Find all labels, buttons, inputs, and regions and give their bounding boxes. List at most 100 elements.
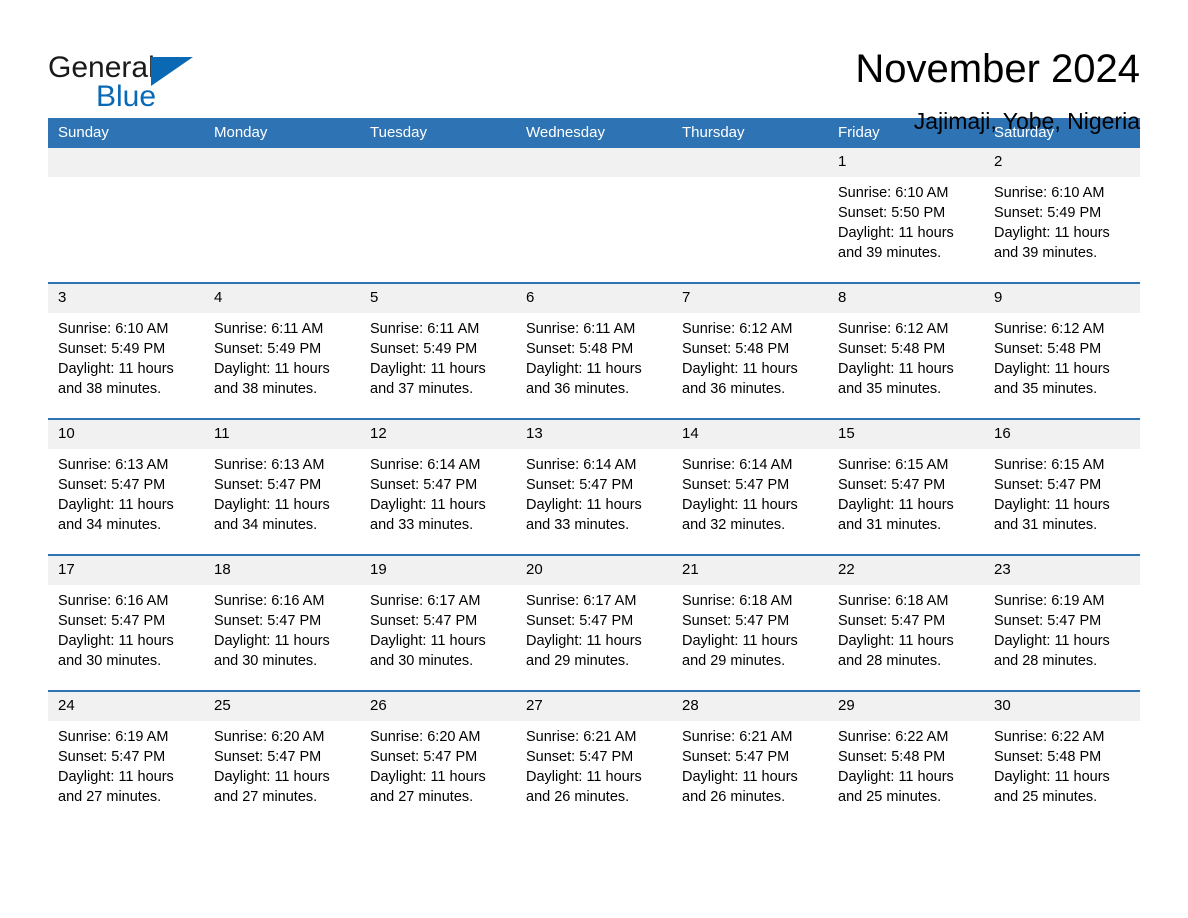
daylight-text-cont: and 35 minutes. — [838, 381, 942, 397]
day-number: 21 — [672, 556, 828, 585]
day-of-week-header-sunday: Sunday — [58, 124, 109, 141]
sunrise-text: Sunrise: 6:10 AM — [994, 185, 1105, 201]
day-number: 17 — [48, 556, 204, 585]
day-number: 14 — [672, 420, 828, 449]
calendar-day-cell[interactable]: 29 Sunrise: 6:22 AM Sunset: 5:48 PM Dayligh… — [828, 692, 984, 826]
page-title: November 2024 — [855, 47, 1140, 91]
calendar-day-cell[interactable]: 14 Sunrise: 6:14 AM Sunset: 5:47 PM Dayligh… — [672, 420, 828, 554]
daylight-text-cont: and 30 minutes. — [370, 653, 474, 669]
daylight-text-cont: and 33 minutes. — [526, 517, 630, 533]
sunrise-text: Sunrise: 6:20 AM — [214, 729, 325, 745]
calendar-day-cell[interactable]: 17 Sunrise: 6:16 AM Sunset: 5:47 PM Dayligh… — [48, 556, 204, 690]
sunset-text: Sunset: 5:50 PM — [838, 205, 946, 221]
sunset-text: Sunset: 5:47 PM — [994, 613, 1102, 629]
calendar-day-cell[interactable]: 30 Sunrise: 6:22 AM Sunset: 5:48 PM Dayligh… — [984, 692, 1140, 826]
calendar-day-cell[interactable]: 22 Sunrise: 6:18 AM Sunset: 5:47 PM Dayligh… — [828, 556, 984, 690]
brand-logo[interactable]: General Blue — [48, 46, 208, 112]
day-number — [672, 148, 828, 177]
day-number: 9 — [984, 284, 1140, 313]
sunrise-text: Sunrise: 6:14 AM — [526, 457, 637, 473]
sunrise-text: Sunrise: 6:11 AM — [370, 321, 480, 337]
day-details: Sunrise: 6:15 AM Sunset: 5:47 PM Daylight:… — [984, 449, 1140, 554]
calendar-day-cell[interactable]: 19 Sunrise: 6:17 AM Sunset: 5:47 PM Dayligh… — [360, 556, 516, 690]
sunset-text: Sunset: 5:47 PM — [526, 477, 634, 493]
sunset-text: Sunset: 5:47 PM — [682, 749, 790, 765]
daylight-text-cont: and 34 minutes. — [214, 517, 318, 533]
sunrise-text: Sunrise: 6:17 AM — [526, 593, 637, 609]
daylight-text-cont: and 36 minutes. — [682, 381, 786, 397]
day-of-week-header-monday: Monday — [214, 124, 268, 141]
sunset-text: Sunset: 5:47 PM — [214, 477, 322, 493]
daylight-text-cont: and 29 minutes. — [682, 653, 786, 669]
daylight-text: Daylight: 11 hours — [58, 769, 174, 785]
calendar-day-cell[interactable]: 8 Sunrise: 6:12 AM Sunset: 5:48 PM Daylight… — [828, 284, 984, 418]
day-details: Sunrise: 6:20 AM Sunset: 5:47 PM Daylight:… — [204, 721, 360, 826]
calendar-day-cell[interactable]: 16 Sunrise: 6:15 AM Sunset: 5:47 PM Dayligh… — [984, 420, 1140, 554]
day-number — [360, 148, 516, 177]
sunrise-text: Sunrise: 6:14 AM — [370, 457, 481, 473]
calendar-day-cell[interactable]: 1 Sunrise: 6:10 AM Sunset: 5:50 PM Daylight… — [828, 148, 984, 282]
daylight-text-cont: and 37 minutes. — [370, 381, 474, 397]
daylight-text-cont: and 39 minutes. — [994, 245, 1098, 261]
calendar-day-cell[interactable]: 26 Sunrise: 6:20 AM Sunset: 5:47 PM Dayligh… — [360, 692, 516, 826]
calendar-day-cell[interactable]: 27 Sunrise: 6:21 AM Sunset: 5:47 PM Dayligh… — [516, 692, 672, 826]
day-of-week-header-wednesday: Wednesday — [526, 124, 605, 141]
calendar-day-cell[interactable]: 15 Sunrise: 6:15 AM Sunset: 5:47 PM Dayligh… — [828, 420, 984, 554]
daylight-text-cont: and 32 minutes. — [682, 517, 786, 533]
daylight-text: Daylight: 11 hours — [58, 497, 174, 513]
daylight-text: Daylight: 11 hours — [682, 769, 798, 785]
daylight-text-cont: and 39 minutes. — [838, 245, 942, 261]
sunrise-text: Sunrise: 6:10 AM — [58, 321, 169, 337]
calendar-day-cell-empty — [48, 148, 204, 282]
calendar-day-cell[interactable]: 21 Sunrise: 6:18 AM Sunset: 5:47 PM Dayligh… — [672, 556, 828, 690]
calendar-day-cell[interactable]: 5 Sunrise: 6:11 AM Sunset: 5:49 PM Daylight… — [360, 284, 516, 418]
daylight-text: Daylight: 11 hours — [838, 633, 954, 649]
day-number: 1 — [828, 148, 984, 177]
day-details: Sunrise: 6:12 AM Sunset: 5:48 PM Daylight:… — [984, 313, 1140, 418]
daylight-text-cont: and 28 minutes. — [838, 653, 942, 669]
calendar-day-cell[interactable]: 23 Sunrise: 6:19 AM Sunset: 5:47 PM Dayligh… — [984, 556, 1140, 690]
calendar-day-cell[interactable]: 4 Sunrise: 6:11 AM Sunset: 5:49 PM Daylight… — [204, 284, 360, 418]
sunset-text: Sunset: 5:48 PM — [994, 341, 1102, 357]
calendar-day-cell[interactable]: 9 Sunrise: 6:12 AM Sunset: 5:48 PM Daylight… — [984, 284, 1140, 418]
calendar-day-cell[interactable]: 3 Sunrise: 6:10 AM Sunset: 5:49 PM Daylight… — [48, 284, 204, 418]
calendar-day-cell[interactable]: 28 Sunrise: 6:21 AM Sunset: 5:47 PM Dayligh… — [672, 692, 828, 826]
calendar-day-cell[interactable]: 12 Sunrise: 6:14 AM Sunset: 5:47 PM Dayligh… — [360, 420, 516, 554]
calendar-day-cell[interactable]: 6 Sunrise: 6:11 AM Sunset: 5:48 PM Daylight… — [516, 284, 672, 418]
calendar-day-cell[interactable]: 7 Sunrise: 6:12 AM Sunset: 5:48 PM Daylight… — [672, 284, 828, 418]
daylight-text: Daylight: 11 hours — [370, 361, 486, 377]
day-details: Sunrise: 6:18 AM Sunset: 5:47 PM Daylight:… — [672, 585, 828, 690]
calendar-day-cell[interactable]: 24 Sunrise: 6:19 AM Sunset: 5:47 PM Dayligh… — [48, 692, 204, 826]
day-details: Sunrise: 6:17 AM Sunset: 5:47 PM Daylight:… — [360, 585, 516, 690]
calendar-day-cell[interactable]: 10 Sunrise: 6:13 AM Sunset: 5:47 PM Dayligh… — [48, 420, 204, 554]
daylight-text: Daylight: 11 hours — [370, 633, 486, 649]
sunset-text: Sunset: 5:49 PM — [58, 341, 166, 357]
calendar-day-cell[interactable]: 11 Sunrise: 6:13 AM Sunset: 5:47 PM Dayligh… — [204, 420, 360, 554]
daylight-text: Daylight: 11 hours — [838, 497, 954, 513]
calendar-day-cell[interactable]: 20 Sunrise: 6:17 AM Sunset: 5:47 PM Dayligh… — [516, 556, 672, 690]
day-number: 2 — [984, 148, 1140, 177]
calendar-day-cell[interactable]: 18 Sunrise: 6:16 AM Sunset: 5:47 PM Dayligh… — [204, 556, 360, 690]
sunrise-text: Sunrise: 6:19 AM — [994, 593, 1105, 609]
daylight-text: Daylight: 11 hours — [526, 769, 642, 785]
day-details: Sunrise: 6:19 AM Sunset: 5:47 PM Daylight:… — [48, 721, 204, 826]
calendar-day-cell[interactable]: 13 Sunrise: 6:14 AM Sunset: 5:47 PM Dayligh… — [516, 420, 672, 554]
day-details: Sunrise: 6:12 AM Sunset: 5:48 PM Daylight:… — [828, 313, 984, 418]
daylight-text: Daylight: 11 hours — [214, 361, 330, 377]
daylight-text: Daylight: 11 hours — [994, 769, 1110, 785]
daylight-text: Daylight: 11 hours — [994, 497, 1110, 513]
day-number: 6 — [516, 284, 672, 313]
day-details — [516, 177, 672, 282]
sunset-text: Sunset: 5:47 PM — [838, 613, 946, 629]
daylight-text-cont: and 31 minutes. — [838, 517, 942, 533]
day-details: Sunrise: 6:12 AM Sunset: 5:48 PM Daylight:… — [672, 313, 828, 418]
day-number: 24 — [48, 692, 204, 721]
calendar-day-cell-empty — [672, 148, 828, 282]
calendar-day-cell-empty — [204, 148, 360, 282]
day-number: 20 — [516, 556, 672, 585]
daylight-text-cont: and 35 minutes. — [994, 381, 1098, 397]
day-number — [48, 148, 204, 177]
day-details: Sunrise: 6:18 AM Sunset: 5:47 PM Daylight:… — [828, 585, 984, 690]
calendar-day-cell[interactable]: 2 Sunrise: 6:10 AM Sunset: 5:49 PM Daylight… — [984, 148, 1140, 282]
calendar-day-cell[interactable]: 25 Sunrise: 6:20 AM Sunset: 5:47 PM Dayligh… — [204, 692, 360, 826]
